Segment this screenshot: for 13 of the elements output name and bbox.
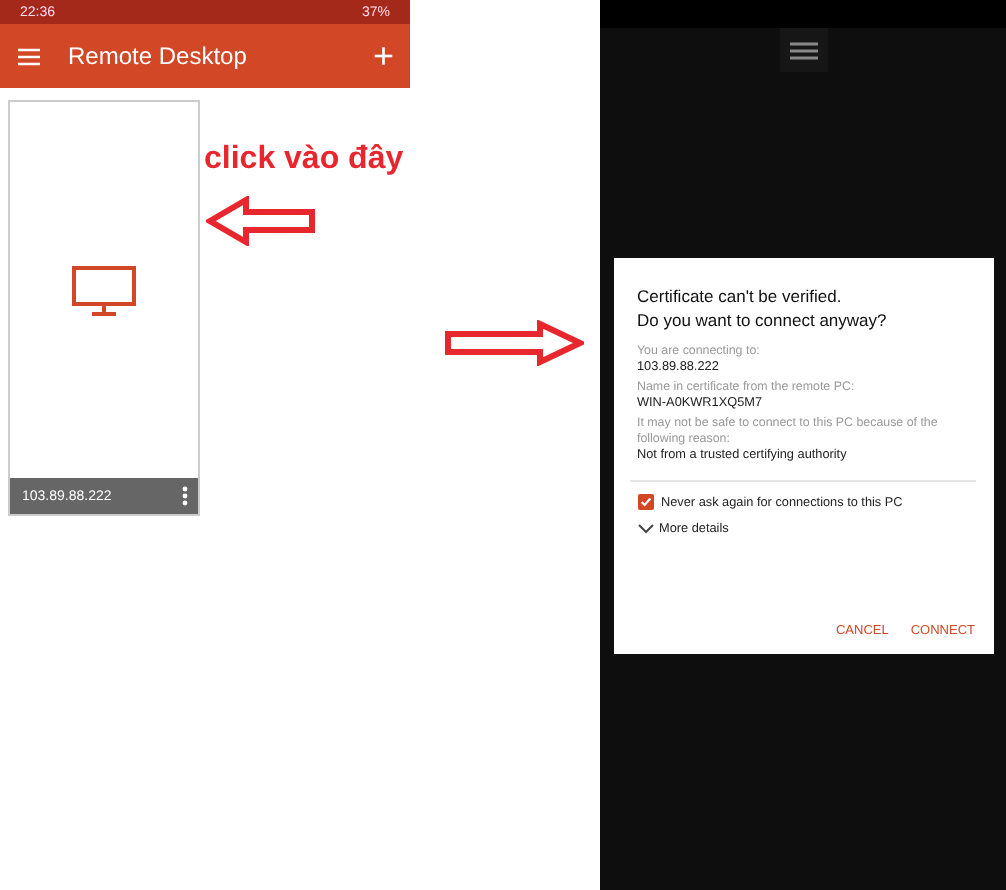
menu-icon (789, 41, 817, 59)
add-button[interactable]: + (372, 38, 394, 74)
checkbox[interactable] (637, 494, 653, 510)
dialog-title: Certificate can't be verified. Do you want to connect anyway? (637, 284, 889, 332)
menu-button[interactable] (779, 28, 827, 72)
annotation-text: click vào đây (204, 142, 404, 178)
chevron-icon (637, 524, 653, 534)
app-title: Remote Desktop (68, 42, 249, 70)
monitor-icon (72, 265, 136, 315)
more-icon[interactable] (182, 486, 188, 506)
left-arrow-icon (206, 196, 316, 246)
right-arrow-icon (444, 320, 584, 366)
menu-icon[interactable] (18, 47, 40, 65)
